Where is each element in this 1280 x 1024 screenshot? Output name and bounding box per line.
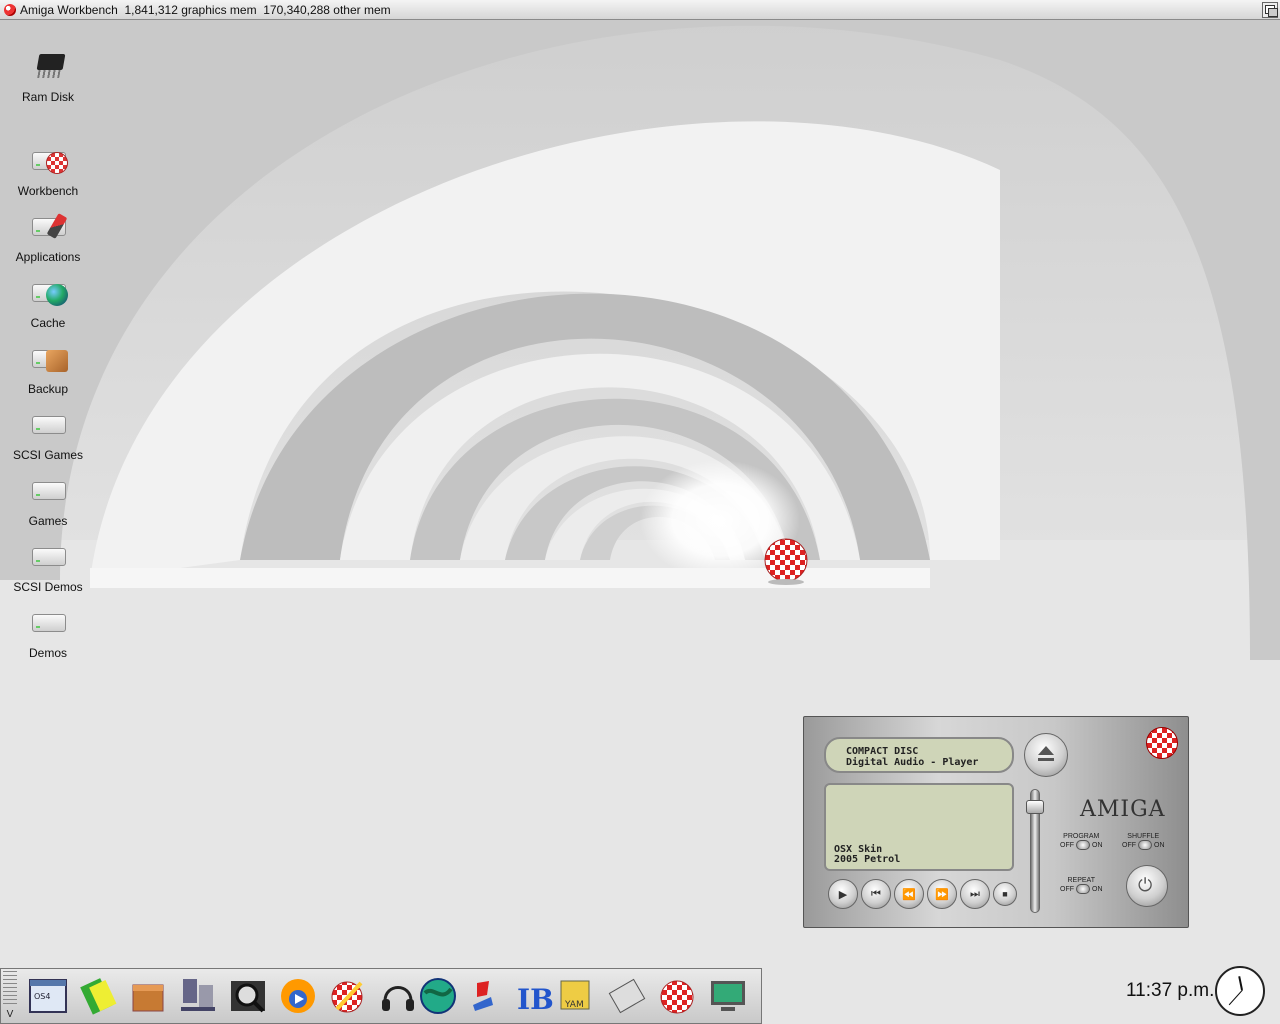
ram-chip-icon [26,44,70,88]
games-drive[interactable]: Games [0,468,96,528]
amiga-brand: AMIGA [1080,797,1166,822]
icon-label: SCSI Demos [13,580,83,594]
transport-controls: ▶ ⏮ ⏪ ⏩ ⏭ ■ [828,879,1017,909]
dock-collapse-icon[interactable]: V [3,1009,17,1021]
amidock-bar: V OS4 IB YAM [0,968,762,1024]
clock-hour-hand [1238,976,1243,991]
skin-author: 2005 Petrol [834,854,901,865]
backup-drive[interactable]: Backup [0,336,96,396]
toggle-knob-icon [1076,840,1090,850]
previous-track-button[interactable]: ⏮ [861,879,891,909]
cd-title-line2: Digital Audio - Player [846,757,979,768]
fast-forward-button[interactable]: ⏩ [927,879,957,909]
icon-label: Workbench [17,184,79,198]
applications-drive[interactable]: Applications [0,204,96,264]
toggle-knob-icon [1076,884,1090,894]
icon-label: Cache [30,316,66,330]
boing-paint-icon[interactable] [327,975,369,1017]
media-player-icon[interactable] [277,975,319,1017]
boing-ball-icon[interactable] [657,975,699,1017]
scsi-games-drive[interactable]: SCSI Games [0,402,96,462]
amiga-ball-icon [4,3,16,16]
svg-text:YAM: YAM [564,1000,584,1010]
os-info-icon[interactable]: OS4 [27,975,69,1017]
eject-button[interactable] [1024,733,1068,777]
cache-drive[interactable]: Cache [0,270,96,330]
drive-tools-icon [26,204,70,248]
icon-label: Games [28,514,68,528]
icon-label: SCSI Games [12,448,84,462]
flag-icon[interactable] [463,975,505,1017]
workbench-drive[interactable]: Workbench [0,138,96,198]
svg-text:IB: IB [517,983,554,1016]
globe-icon[interactable] [417,975,459,1017]
dock-drag-handle[interactable] [3,971,17,1007]
ib-browser-icon[interactable]: IB [513,975,555,1017]
drive-icon [26,402,70,446]
svg-text:OS4: OS4 [34,992,50,1001]
repeat-switch[interactable]: REPEAT OFF ON [1060,877,1103,894]
drive-icon [26,600,70,644]
cd-title-display: COMPACT DISC Digital Audio - Player [824,737,1014,773]
clock-minute-hand [1228,989,1243,1006]
depth-gadget-icon[interactable] [1262,2,1278,18]
drive-icon [26,468,70,512]
boing-logo-icon [1146,727,1178,759]
yam-mail-icon[interactable]: YAM [557,975,599,1017]
cd-title-line1: COMPACT DISC [846,746,919,757]
scsi-demos-drive[interactable]: SCSI Demos [0,534,96,594]
drive-icon [26,534,70,578]
play-button[interactable]: ▶ [828,879,858,909]
ram-disk-icon-item[interactable]: Ram Disk [0,44,96,104]
analog-clock [1215,966,1265,1016]
headphones-icon[interactable] [377,975,419,1017]
icon-label: Demos [28,646,67,660]
notes-icon[interactable] [77,975,119,1017]
cd-player-window[interactable]: COMPACT DISC Digital Audio - Player OSX … [803,716,1189,928]
workbench-titlebar[interactable]: Amiga Workbench 1,841,312 graphics mem 1… [0,0,1280,20]
video-viewer-icon[interactable] [227,975,269,1017]
icon-label: Ram Disk [21,90,74,104]
network-icon[interactable] [177,975,219,1017]
power-button[interactable]: ⏻ [1126,865,1168,907]
drive-globe-icon [26,270,70,314]
demos-drive[interactable]: Demos [0,600,96,660]
stop-button[interactable]: ■ [993,882,1017,906]
digital-clock: 11:37 p.m. [1126,980,1215,1001]
cd-main-display: OSX Skin 2005 Petrol [824,783,1014,871]
next-track-button[interactable]: ⏭ [960,879,990,909]
volume-slider-thumb[interactable] [1026,800,1044,814]
package-icon[interactable] [127,975,169,1017]
rewind-button[interactable]: ⏪ [894,879,924,909]
cdrom-tool-icon[interactable] [607,975,649,1017]
icon-label: Applications [15,250,81,264]
shuffle-switch[interactable]: SHUFFLE OFF ON [1122,833,1165,850]
program-switch[interactable]: PROGRAM OFF ON [1060,833,1103,850]
drive-boing-icon [26,138,70,182]
power-icon: ⏻ [1138,875,1153,895]
drive-box-icon [26,336,70,380]
workbench-title: Amiga Workbench 1,841,312 graphics mem 1… [20,2,391,17]
monitor-icon[interactable] [707,975,749,1017]
toggle-knob-icon [1138,840,1152,850]
icon-label: Backup [27,382,69,396]
